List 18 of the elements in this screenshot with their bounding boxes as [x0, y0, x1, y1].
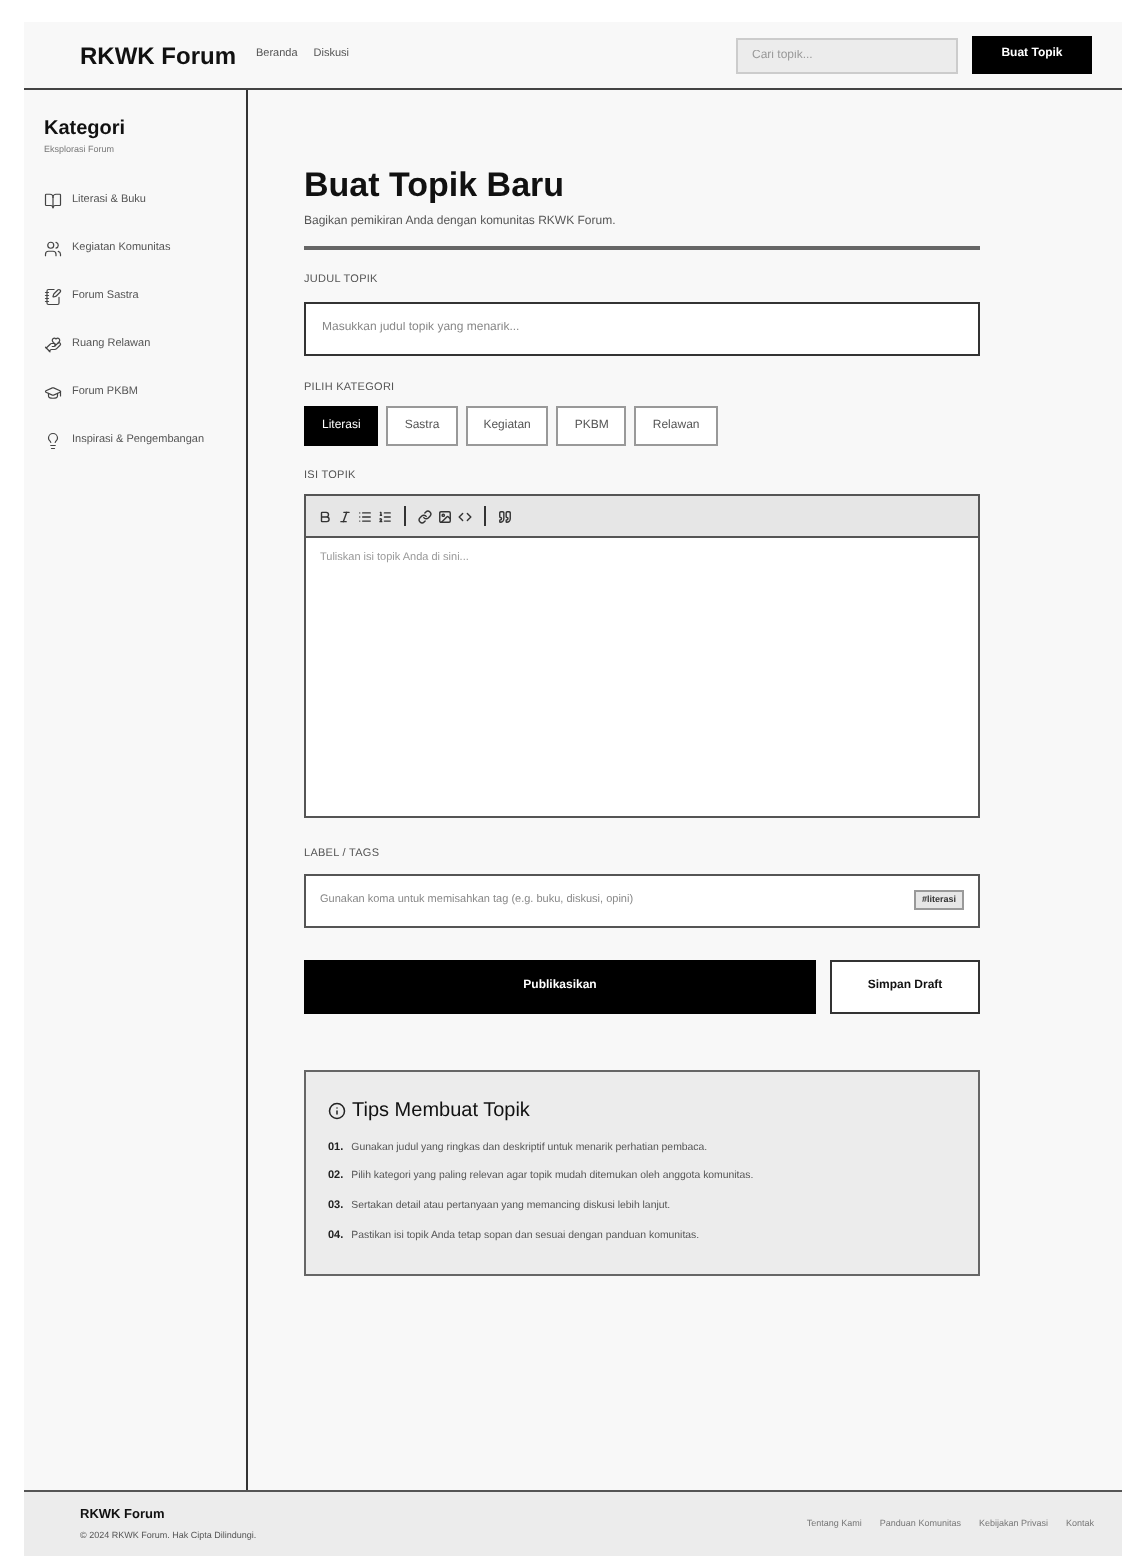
- tips-title: Tips Membuat Topik: [352, 1097, 530, 1125]
- italic-button[interactable]: [338, 509, 352, 524]
- hand-heart-icon: [44, 335, 62, 354]
- image-button[interactable]: [438, 509, 452, 524]
- page-title: Buat Topik Baru: [304, 166, 567, 206]
- sidebar-title: Kategori: [44, 116, 128, 144]
- graduation-cap-icon: [44, 383, 62, 402]
- link-button[interactable]: [418, 509, 432, 524]
- code-button[interactable]: [458, 509, 472, 524]
- book-icon: [44, 191, 62, 210]
- notebook-icon: [44, 287, 62, 306]
- bullet-list-button[interactable]: [358, 509, 372, 524]
- numbered-list-button[interactable]: [378, 509, 392, 524]
- people-icon: [44, 239, 62, 258]
- bold-button[interactable]: [318, 509, 332, 524]
- info-icon: [328, 1101, 346, 1119]
- site-logo[interactable]: RKWK Forum: [80, 37, 236, 73]
- quote-button[interactable]: [498, 509, 512, 524]
